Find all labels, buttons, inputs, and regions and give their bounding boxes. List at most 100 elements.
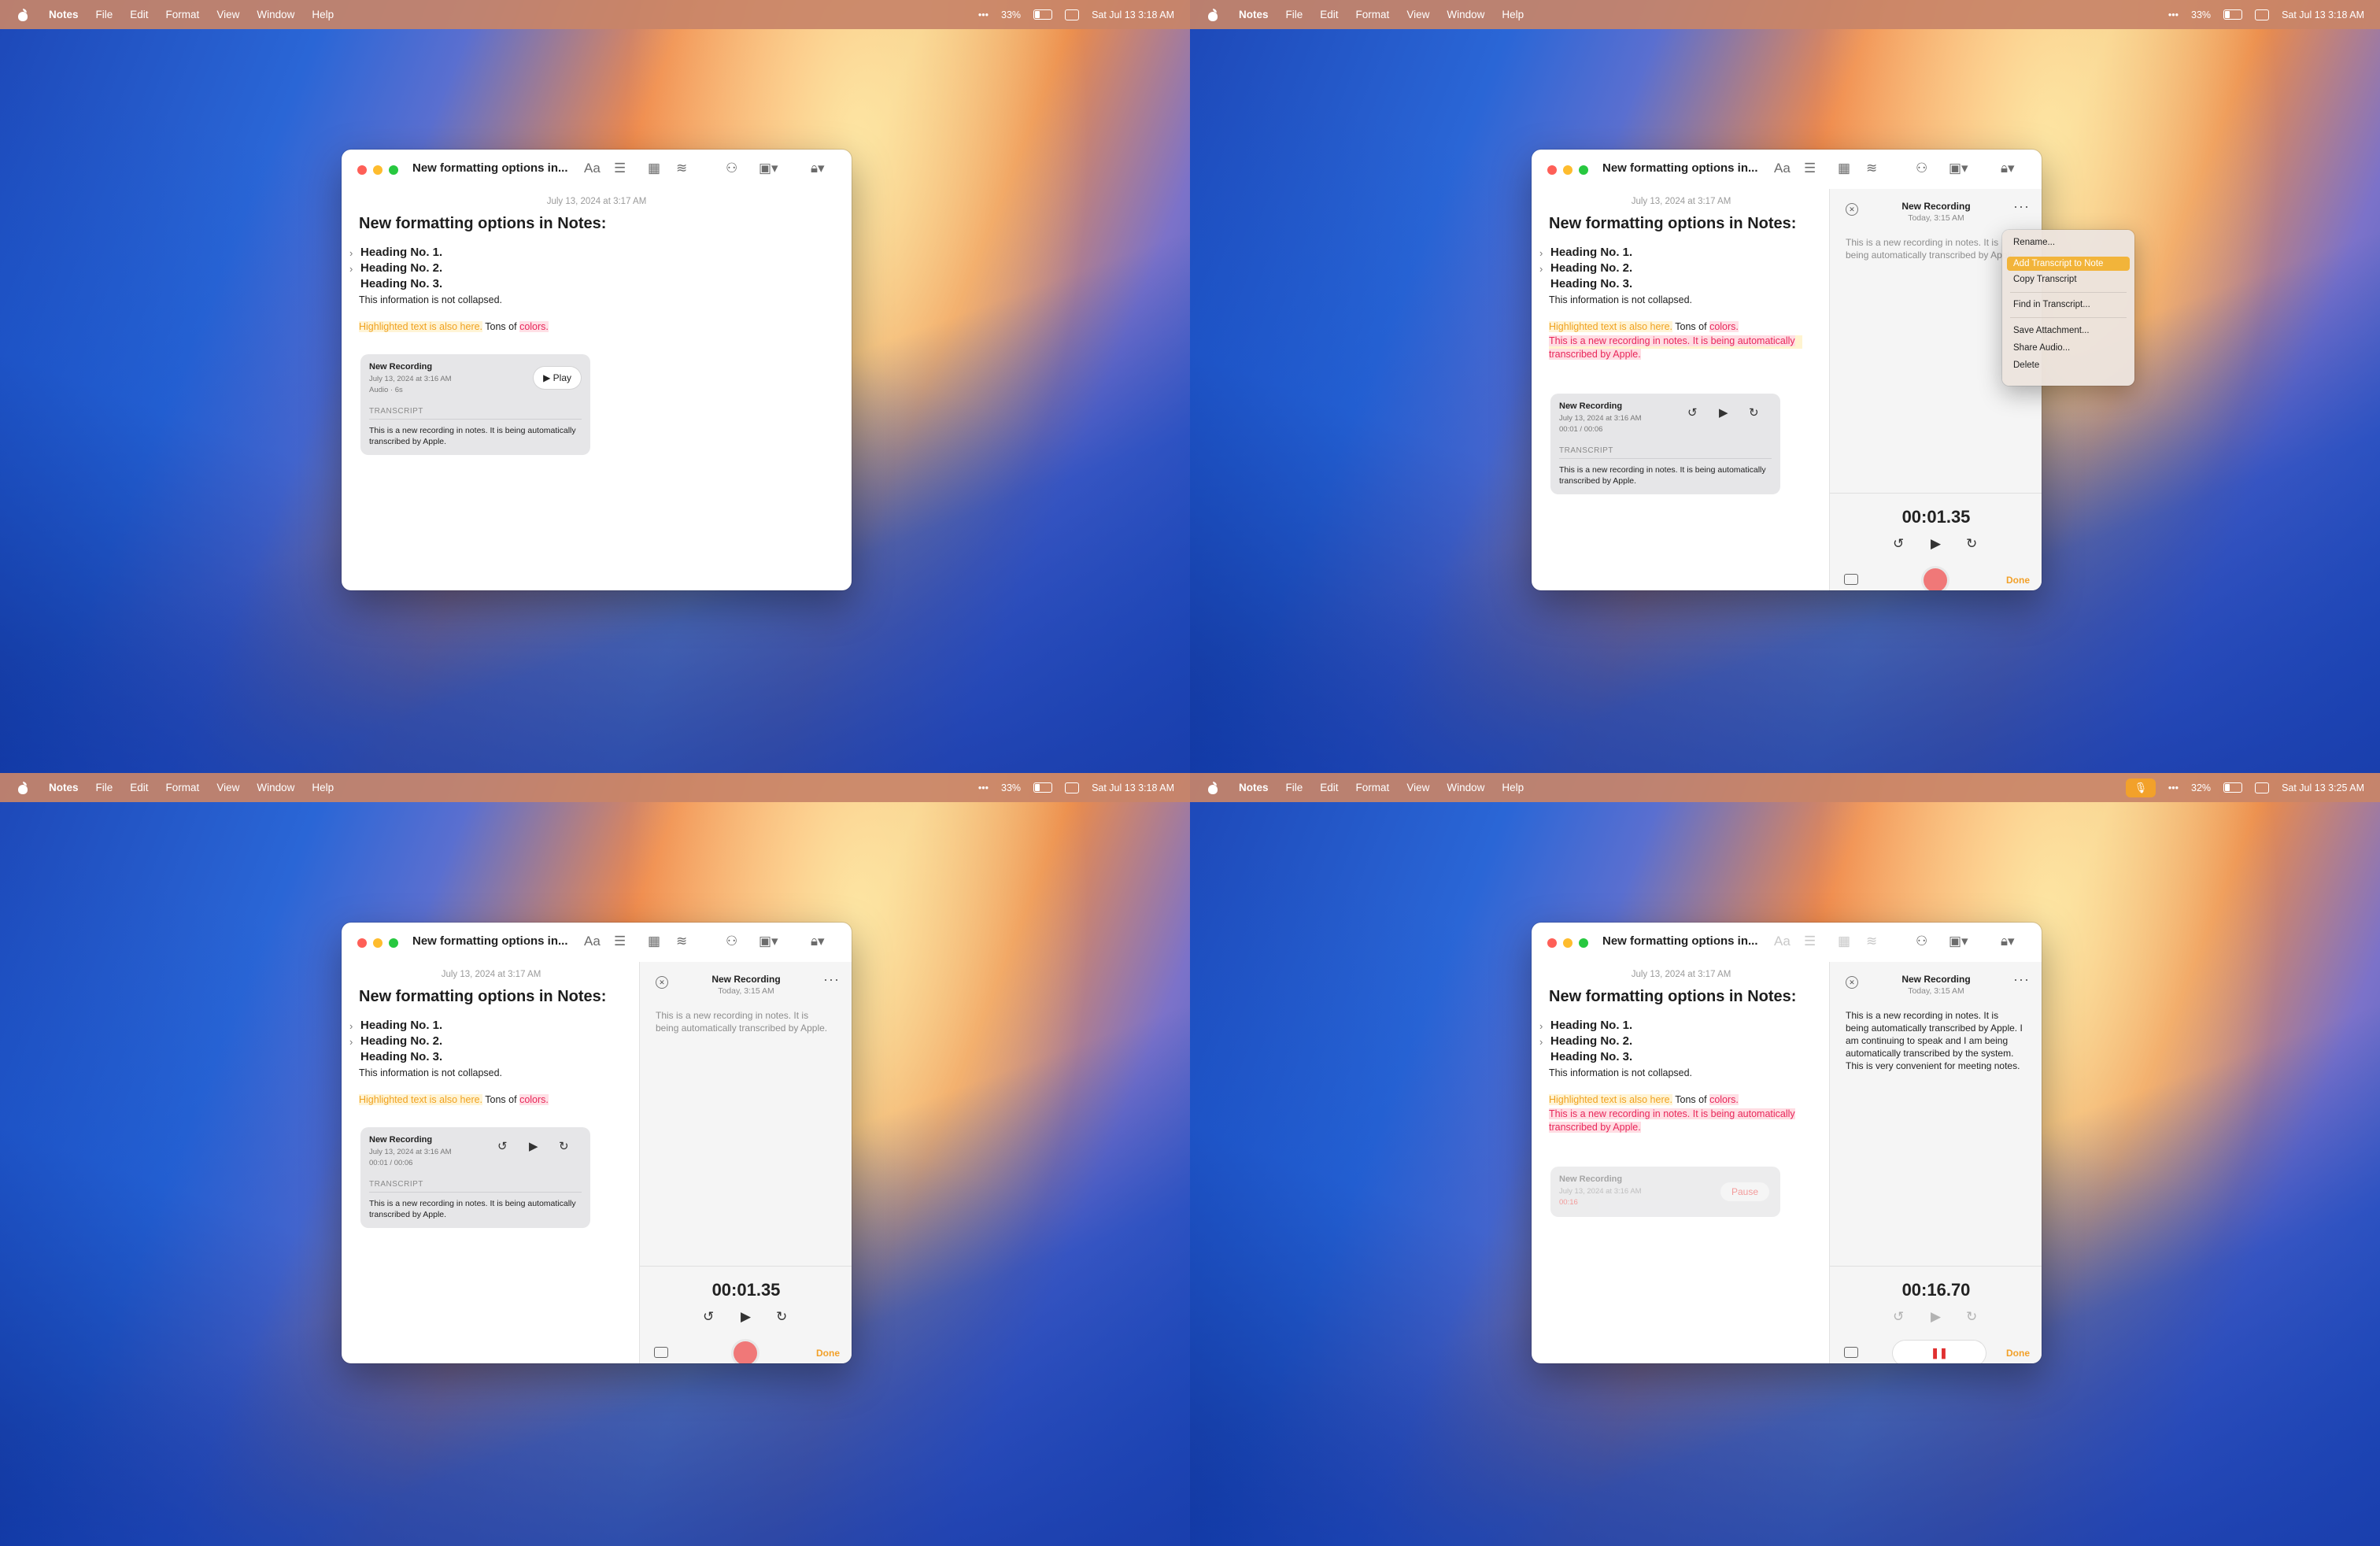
clock[interactable]: Sat Jul 13 3:18 AM xyxy=(2282,9,2364,20)
apple-icon[interactable] xyxy=(17,781,28,794)
done-button[interactable]: Done xyxy=(2006,575,2030,586)
menu-app[interactable]: Notes xyxy=(49,9,79,20)
control-center-icon[interactable] xyxy=(2255,782,2270,793)
checklist-icon[interactable]: ☰ xyxy=(614,161,626,176)
done-button[interactable]: Done xyxy=(816,1348,840,1359)
menu-window[interactable]: Window xyxy=(1447,9,1484,20)
chevron-right-icon[interactable]: › xyxy=(349,247,353,259)
more-icon[interactable]: ••• xyxy=(2168,9,2179,20)
menu-help[interactable]: Help xyxy=(1502,782,1524,793)
close-window-button[interactable] xyxy=(357,165,367,175)
more-icon[interactable]: ••• xyxy=(978,782,989,793)
menu-format[interactable]: Format xyxy=(166,782,200,793)
menu-format[interactable]: Format xyxy=(1356,9,1390,20)
zoom-window-button[interactable] xyxy=(1579,938,1588,948)
minimize-window-button[interactable] xyxy=(373,938,382,948)
zoom-window-button[interactable] xyxy=(389,165,398,175)
lock-icon[interactable]: 🔒︎▾ xyxy=(811,161,825,176)
apple-icon[interactable] xyxy=(1207,781,1218,794)
recording-card[interactable]: New Recording July 13, 2024 at 3:16 AM Au… xyxy=(360,354,590,455)
format-text-icon[interactable]: Aa xyxy=(1774,161,1791,176)
recording-card[interactable]: New Recording July 13, 2024 at 3:16 AM 00… xyxy=(1550,1167,1780,1217)
collaborate-icon[interactable]: ⚇ xyxy=(1916,934,1927,949)
done-button[interactable]: Done xyxy=(2006,1348,2030,1359)
menu-file[interactable]: File xyxy=(1286,782,1303,793)
menu-item-delete[interactable]: Delete xyxy=(2013,361,2039,370)
battery-icon[interactable] xyxy=(1033,9,1053,20)
record-button[interactable] xyxy=(734,1341,757,1363)
battery-icon[interactable] xyxy=(2223,782,2243,793)
menu-file[interactable]: File xyxy=(1286,9,1303,20)
transcript-toggle-icon[interactable]: . xyxy=(654,1347,668,1358)
play-icon[interactable]: ▶ xyxy=(1931,536,1941,552)
media-icon[interactable]: ▣▾ xyxy=(759,161,778,176)
record-button[interactable] xyxy=(1924,568,1947,590)
audio-waveform-icon[interactable]: ≋ xyxy=(676,161,687,176)
media-icon[interactable]: ▣▾ xyxy=(759,934,778,949)
table-icon[interactable]: ▦ xyxy=(1838,161,1850,176)
menu-view[interactable]: View xyxy=(216,9,239,20)
microphone-in-use-icon[interactable]: 🎙︎ xyxy=(2125,778,2156,797)
more-options-icon[interactable]: ··· xyxy=(2013,971,2030,988)
battery-icon[interactable] xyxy=(1033,782,1053,793)
menu-file[interactable]: File xyxy=(96,9,113,20)
skip-back-15-icon[interactable]: ↺ xyxy=(1893,536,1904,552)
menu-window[interactable]: Window xyxy=(257,9,294,20)
chevron-right-icon[interactable]: › xyxy=(1539,263,1543,275)
minimize-window-button[interactable] xyxy=(373,165,382,175)
menu-help[interactable]: Help xyxy=(1502,9,1524,20)
more-icon[interactable]: ••• xyxy=(978,9,989,20)
skip-forward-15-icon[interactable]: ↻ xyxy=(559,1139,569,1153)
recording-card[interactable]: New Recording July 13, 2024 at 3:16 AM 00… xyxy=(360,1127,590,1228)
skip-forward-15-icon[interactable]: ↻ xyxy=(1749,405,1759,420)
play-icon[interactable]: ▶ xyxy=(741,1309,751,1325)
menu-format[interactable]: Format xyxy=(1356,782,1390,793)
menu-edit[interactable]: Edit xyxy=(130,782,148,793)
menu-item-save-attachment[interactable]: Save Attachment... xyxy=(2013,326,2090,335)
table-icon[interactable]: ▦ xyxy=(648,934,660,949)
more-options-icon[interactable]: ··· xyxy=(2013,198,2030,215)
skip-back-15-icon[interactable]: ↺ xyxy=(497,1139,508,1153)
skip-back-15-icon[interactable]: ↺ xyxy=(703,1309,714,1325)
clock[interactable]: Sat Jul 13 3:18 AM xyxy=(1092,9,1174,20)
zoom-window-button[interactable] xyxy=(1579,165,1588,175)
control-center-icon[interactable] xyxy=(2255,9,2270,20)
menu-help[interactable]: Help xyxy=(312,782,334,793)
menu-app[interactable]: Notes xyxy=(1239,782,1269,793)
checklist-icon[interactable]: ☰ xyxy=(1804,161,1816,176)
more-options-icon[interactable]: ··· xyxy=(823,971,840,988)
menu-format[interactable]: Format xyxy=(166,9,200,20)
menu-app[interactable]: Notes xyxy=(49,782,79,793)
menu-window[interactable]: Window xyxy=(1447,782,1484,793)
chevron-right-icon[interactable]: › xyxy=(349,1020,353,1032)
clock[interactable]: Sat Jul 13 3:18 AM xyxy=(1092,782,1174,793)
skip-forward-15-icon[interactable]: ↻ xyxy=(1966,536,1977,552)
menu-view[interactable]: View xyxy=(1406,9,1429,20)
format-text-icon[interactable]: Aa xyxy=(584,161,601,176)
battery-icon[interactable] xyxy=(2223,9,2243,20)
menu-view[interactable]: View xyxy=(216,782,239,793)
pause-button[interactable]: Pause xyxy=(1720,1182,1769,1201)
format-text-icon[interactable]: Aa xyxy=(584,934,601,949)
menu-item-share-audio[interactable]: Share Audio... xyxy=(2013,343,2070,353)
menu-edit[interactable]: Edit xyxy=(130,9,148,20)
media-icon[interactable]: ▣▾ xyxy=(1949,161,1968,176)
close-window-button[interactable] xyxy=(1547,165,1557,175)
menu-item-rename[interactable]: Rename... xyxy=(2013,238,2055,247)
close-window-button[interactable] xyxy=(357,938,367,948)
chevron-right-icon[interactable]: › xyxy=(1539,247,1543,259)
skip-back-15-icon[interactable]: ↺ xyxy=(1687,405,1698,420)
play-icon[interactable]: ▶ xyxy=(1719,405,1728,420)
apple-icon[interactable] xyxy=(1207,8,1218,21)
collaborate-icon[interactable]: ⚇ xyxy=(1916,161,1927,176)
more-icon[interactable]: ••• xyxy=(2168,782,2179,793)
zoom-window-button[interactable] xyxy=(389,938,398,948)
skip-forward-15-icon[interactable]: ↻ xyxy=(776,1309,787,1325)
transcript-toggle-icon[interactable]: . xyxy=(1844,1347,1858,1358)
transcript-toggle-icon[interactable]: . xyxy=(1844,574,1858,585)
minimize-window-button[interactable] xyxy=(1563,165,1572,175)
menu-app[interactable]: Notes xyxy=(1239,9,1269,20)
table-icon[interactable]: ▦ xyxy=(648,161,660,176)
clock[interactable]: Sat Jul 13 3:25 AM xyxy=(2282,782,2364,793)
play-icon[interactable]: ▶ xyxy=(529,1139,538,1153)
